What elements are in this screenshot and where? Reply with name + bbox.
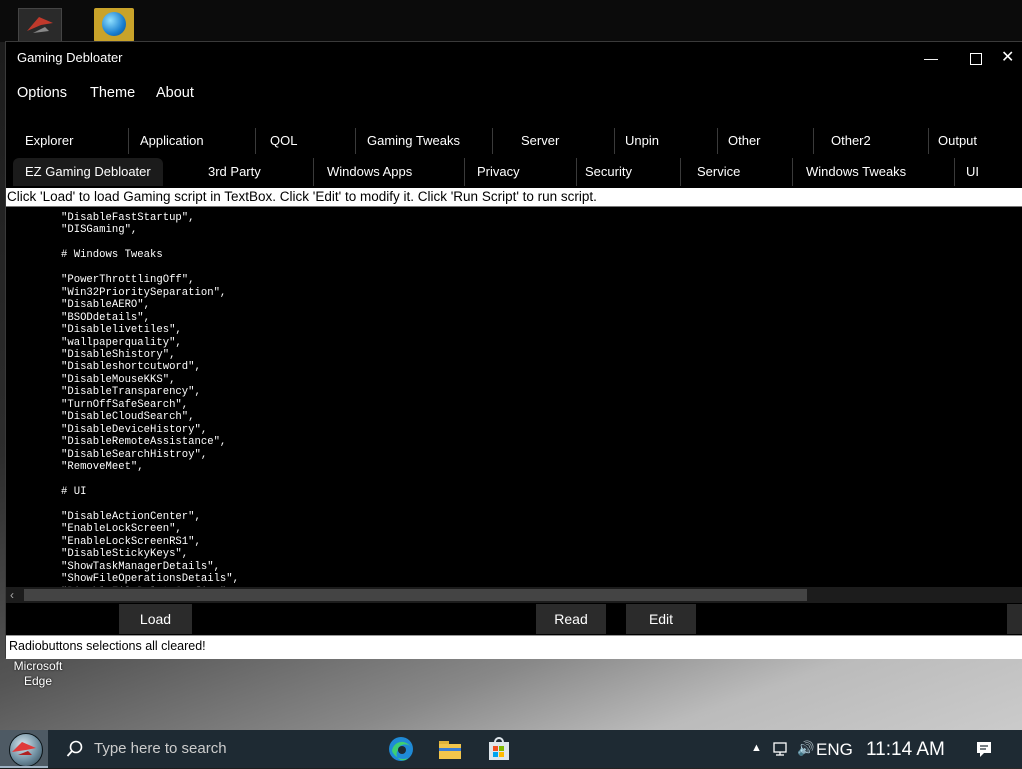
tab-windows-apps[interactable]: Windows Apps [313,158,412,186]
tab-other2[interactable]: Other2 [813,128,871,154]
read-button[interactable]: Read [536,604,606,634]
app-window: Gaming Debloater — ✕ Options Theme About… [5,41,1022,659]
script-text: "DisableFastStartup", "DISGaming", # Wind… [61,212,239,598]
load-button[interactable]: Load [119,604,192,634]
script-textbox[interactable]: "DisableFastStartup", "DISGaming", # Wind… [6,206,1022,606]
close-button[interactable]: ✕ [1001,46,1022,70]
script-line: "ShowTaskManagerDetails", [61,560,220,573]
tab-application[interactable]: Application [128,128,204,154]
script-line: "DisableShistory", [61,348,176,361]
script-line: "DisableSearchHistroy", [61,448,208,461]
horizontal-scrollbar[interactable]: ‹ [6,587,1022,603]
script-line: "DISGaming", [61,224,138,237]
script-line: # UI [61,485,87,498]
script-line: "DisableStickyKeys", [61,548,189,561]
script-line: "DisableActionCenter", [61,510,201,523]
script-line: "RemoveMeet", [61,461,144,474]
volume-icon[interactable]: 🔊 [797,740,814,757]
tab-windows-tweaks[interactable]: Windows Tweaks [792,158,906,186]
tab-unpin[interactable]: Unpin [614,128,659,154]
maximize-button[interactable] [956,46,996,70]
close-icon: ✕ [1001,49,1015,66]
script-line: "Disablelivetiles", [61,324,182,337]
tab-service[interactable]: Service [680,158,740,186]
tab-row-1: Explorer Application QOL Gaming Tweaks S… [6,128,1022,154]
tab-other[interactable]: Other [717,128,761,154]
script-line: "DisableRemoteAssistance", [61,436,227,449]
clock[interactable]: 11:14 AM [866,739,945,761]
file-explorer-icon[interactable] [435,734,465,764]
script-line: "EnableLockScreen", [61,523,182,536]
instruction-text: Click 'Load' to load Gaming script in Te… [7,189,597,204]
store-icon[interactable] [484,734,514,764]
tab-server[interactable]: Server [492,128,559,154]
tab-qol[interactable]: QOL [255,128,297,154]
script-line: # Windows Tweaks [61,249,163,262]
edge-icon[interactable] [386,734,416,764]
menu-options[interactable]: Options [17,85,67,101]
language-indicator[interactable]: ENG [816,740,853,760]
script-line: "BSODdetails", [61,311,151,324]
scrollbar-thumb[interactable] [24,589,807,601]
script-line [61,474,239,486]
tab-gaming-tweaks[interactable]: Gaming Tweaks [355,128,460,154]
script-line: "EnableLockScreenRS1", [61,535,201,548]
script-line: "DisableAERO", [61,299,151,312]
script-line: "TurnOffSafeSearch", [61,398,189,411]
status-text: Radiobuttons selections all cleared! [9,639,206,653]
minimize-icon: — [924,50,938,66]
edge-label-line2: Edge [23,674,53,688]
minimize-button[interactable]: — [911,46,951,70]
run-script-button[interactable] [1007,604,1022,634]
script-line: "wallpaperquality", [61,336,182,349]
tab-explorer[interactable]: Explorer [25,128,73,154]
tab-ui[interactable]: UI [954,158,979,186]
rog-icon[interactable] [18,8,62,42]
action-buttons-row: Load Read Edit [6,604,1022,634]
window-title: Gaming Debloater [17,50,123,65]
scroll-left-arrow-icon[interactable]: ‹ [10,587,22,603]
edit-button[interactable]: Edit [626,604,696,634]
globe-app-icon[interactable] [94,8,134,42]
tab-security[interactable]: Security [576,158,632,186]
network-icon[interactable] [773,741,791,757]
taskbar: Type here to search ▲ 🔊 ENG 11:14 AM [0,730,1022,768]
taskbar-search[interactable]: Type here to search [54,730,376,768]
maximize-icon [970,53,982,66]
tab-3rd-party[interactable]: 3rd Party [208,158,261,186]
script-line: "Disableshortcutword", [61,361,201,374]
script-line: "DisableTransparency", [61,386,201,399]
tab-row-2: EZ Gaming Debloater 3rd Party Windows Ap… [6,158,1022,186]
script-line: "DisableMouseKKS", [61,373,176,386]
script-line: "DisableCloudSearch", [61,411,195,424]
tab-privacy[interactable]: Privacy [464,158,520,186]
menu-theme[interactable]: Theme [90,85,135,101]
instruction-bar: Click 'Load' to load Gaming script in Te… [6,188,1022,206]
tab-output[interactable]: Output [928,128,977,154]
debloater-icon[interactable] [0,730,48,768]
tab-ez-gaming-debloater[interactable]: EZ Gaming Debloater [13,158,163,186]
script-line: "DisableDeviceHistory", [61,423,208,436]
search-placeholder: Type here to search [94,740,227,757]
edge-label-line1: Microsoft [13,659,63,673]
menu-about[interactable]: About [156,85,194,101]
script-line [61,237,239,249]
script-line [61,262,239,274]
script-line [61,498,239,510]
script-line: "DisableFastStartup", [61,212,195,224]
notification-icon[interactable] [975,740,993,758]
script-line: "Win32PrioritySeparation", [61,286,227,299]
search-icon [66,740,83,757]
title-bar[interactable]: Gaming Debloater — ✕ [6,42,1022,74]
chevron-up-icon[interactable]: ▲ [751,742,762,754]
desktop-edge-shortcut[interactable]: Microsoft Edge [6,659,70,689]
status-bar: Radiobuttons selections all cleared! [6,635,1022,659]
desktop-top-strip [0,0,1022,42]
script-line: "ShowFileOperationsDetails", [61,573,240,586]
script-line: "PowerThrottlingOff", [61,274,195,287]
